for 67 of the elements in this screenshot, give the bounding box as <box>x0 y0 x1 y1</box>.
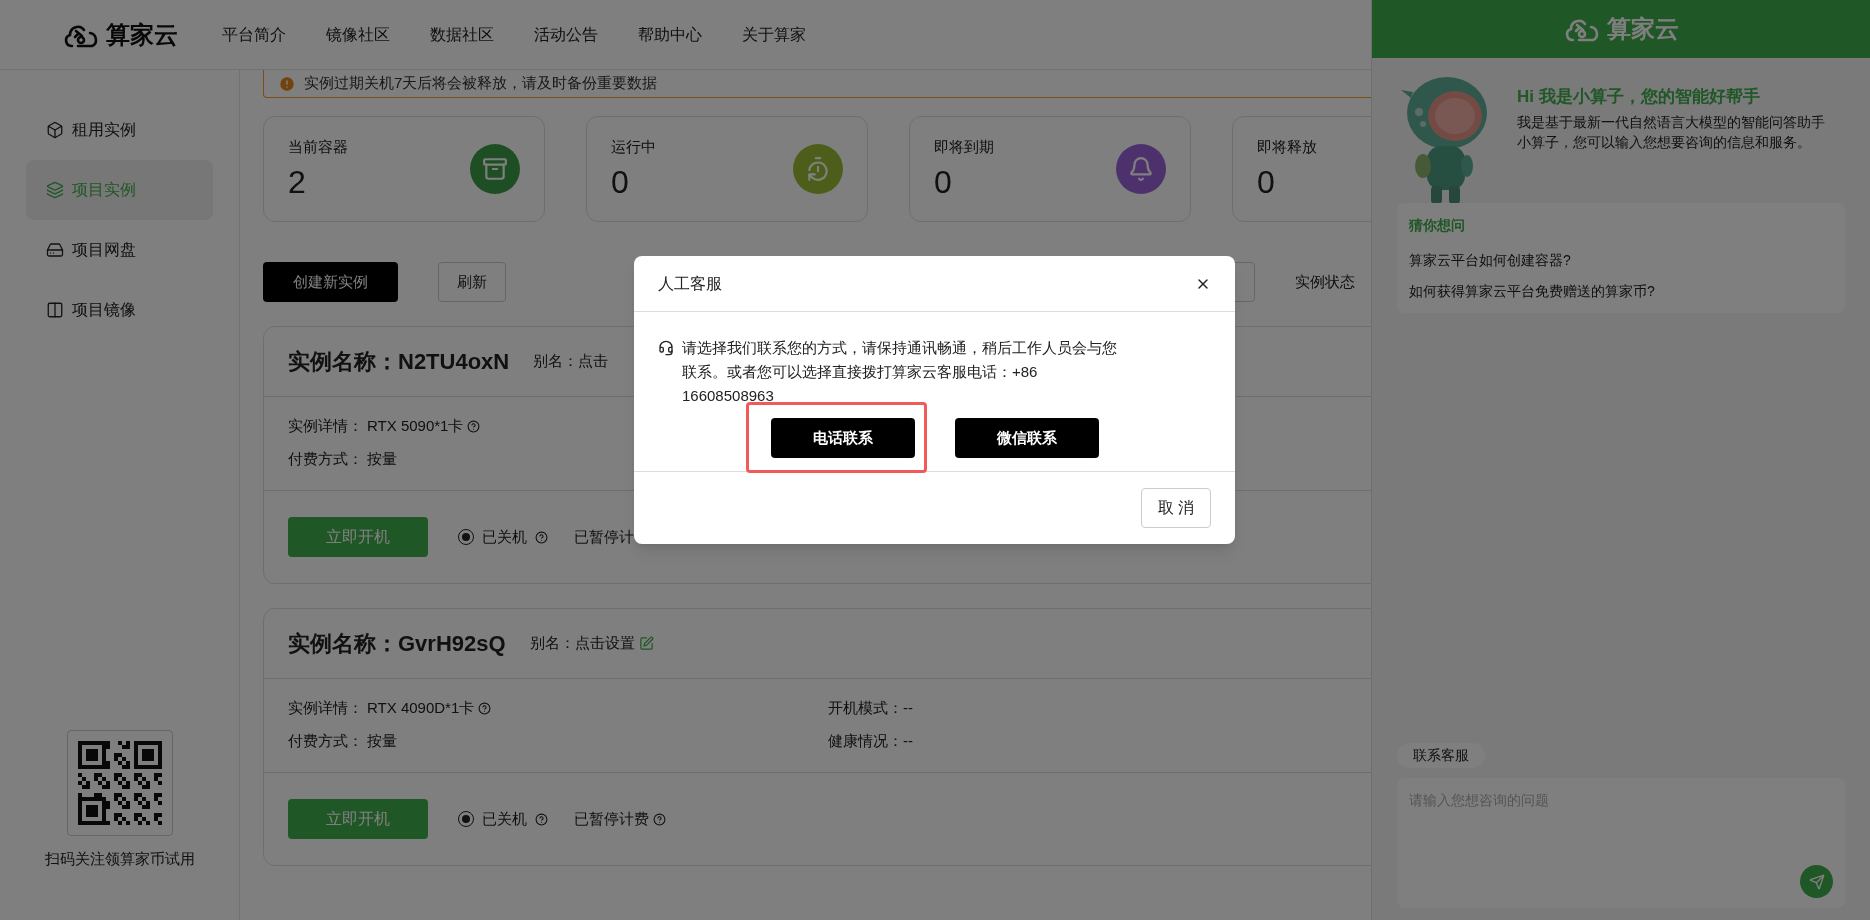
nav-link[interactable]: 活动公告 <box>534 22 598 47</box>
detail-text: 开机模式：-- <box>828 698 913 718</box>
contact-button[interactable]: 微信联系 <box>954 418 1099 458</box>
brand-name: 算家云 <box>1607 14 1679 44</box>
stat-value: 0 <box>611 163 630 203</box>
create-instance-button[interactable]: 创建新实例 <box>263 262 398 302</box>
detail-value: RTX 4090D*1卡 <box>367 698 475 718</box>
brand-name: 算家云 <box>106 19 178 50</box>
detail-text: 健康情况：-- <box>828 730 913 751</box>
suggestion-title: 猜你想问 <box>1409 216 1466 235</box>
status-label: 已关机 <box>482 808 527 829</box>
timer-icon <box>793 144 843 194</box>
nav-link[interactable]: 帮助中心 <box>638 22 702 47</box>
nav-link[interactable]: 关于算家 <box>742 22 806 47</box>
instance-title: 实例名称：GvrH92sQ <box>288 630 506 658</box>
greeting-title: Hi 我是小算子，您的智能好帮手 <box>1517 86 1761 108</box>
layers-icon <box>46 181 64 199</box>
instance-title: 实例名称：N2TU4oxN <box>288 348 510 376</box>
alias-label: 别名：点击设置 <box>529 633 635 654</box>
status-label: 已关机 <box>482 526 527 547</box>
dialog-message: 请选择我们联系您的方式，请保持通讯畅通，稍后工作人员会与您联系。或者您可以选择直接拨打算家云客服电话：+86 16608508963 <box>682 338 1118 406</box>
headset-icon <box>658 340 674 356</box>
alias-label: 别名：点击 <box>533 351 609 372</box>
suggestion-link[interactable]: 算家云平台如何创建容器? <box>1409 250 1833 271</box>
help-icon[interactable] <box>478 701 492 715</box>
detail-value: RTX 5090*1卡 <box>367 416 464 436</box>
detail-label: 实例详情： <box>288 698 363 718</box>
stat-label: 即将释放 <box>1257 136 1317 157</box>
filter-label: 实例状态 <box>1295 271 1355 292</box>
nav-link[interactable]: 平台简介 <box>222 22 286 47</box>
box-icon <box>470 144 520 194</box>
warning-icon <box>278 74 296 93</box>
detail-value: 按量 <box>367 448 397 469</box>
detail-value: 按量 <box>367 730 397 751</box>
greeting-text: 我是基于最新一代自然语言大模型的智能问答助手小算子，您可以输入您想要咨询的信息和服务。 <box>1517 112 1826 152</box>
cancel-button[interactable]: 取 消 <box>1140 488 1211 528</box>
refresh-button[interactable]: 刷新 <box>438 262 506 302</box>
sidebar-item[interactable]: 租用实例 <box>26 100 213 160</box>
dialog-title: 人工客服 <box>658 273 722 294</box>
contact-button[interactable]: 电话联系 <box>770 418 915 458</box>
cube-icon <box>46 121 64 139</box>
stat-value: 2 <box>288 163 307 203</box>
stat-label: 即将到期 <box>934 136 994 157</box>
columns-icon <box>46 301 64 319</box>
send-icon <box>1808 873 1825 890</box>
sidebar-item[interactable]: 项目网盘 <box>26 220 213 280</box>
stat-value: 0 <box>934 163 953 203</box>
detail-label: 付费方式： <box>288 448 363 469</box>
help-icon[interactable] <box>535 812 548 826</box>
nav-link[interactable]: 镜像社区 <box>326 22 390 47</box>
stat-label: 当前容器 <box>288 136 348 157</box>
bell-icon <box>1116 144 1166 194</box>
stat-label: 运行中 <box>611 136 656 157</box>
notice-text: 实例过期关机7天后将会被释放，请及时备份重要数据 <box>304 73 658 94</box>
help-icon[interactable] <box>535 530 548 544</box>
sidebar-item[interactable]: 项目镜像 <box>26 280 213 340</box>
contact-service-tag[interactable]: 联系客服 <box>1397 743 1485 768</box>
billing-label: 已暂停计费 <box>574 808 649 829</box>
detail-label: 实例详情： <box>288 416 363 436</box>
qr-caption: 扫码关注领算家币试用 <box>44 848 195 869</box>
help-icon[interactable] <box>653 812 666 826</box>
stat-value: 0 <box>1257 163 1276 203</box>
help-icon[interactable] <box>467 419 481 433</box>
billing-label: 已暂停计 <box>574 526 634 547</box>
suggestion-link[interactable]: 如何获得算家云平台免费赠送的算家币? <box>1409 281 1833 302</box>
nav-link[interactable]: 数据社区 <box>430 22 494 47</box>
detail-label: 付费方式： <box>288 730 363 751</box>
